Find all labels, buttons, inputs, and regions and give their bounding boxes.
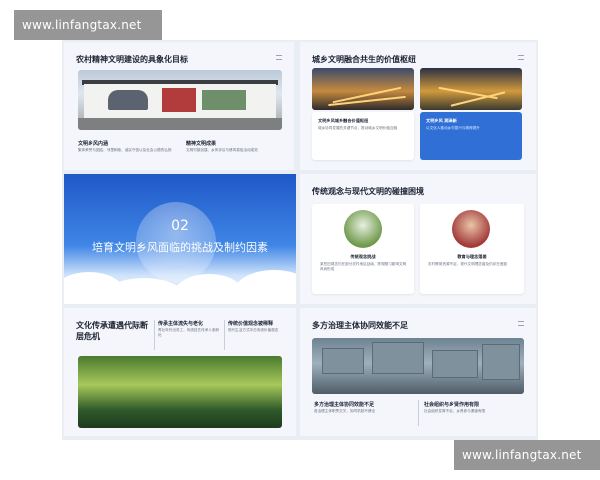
card-title: 文明乡风城乡融合价值枢纽 xyxy=(318,118,369,123)
section-title: 传统价值观念被稀释 xyxy=(228,321,274,327)
section-title: 多方治理主体协同效能不足 xyxy=(314,402,375,408)
card-text: 以文化人推动乡村振兴与精神提升 xyxy=(426,126,480,130)
info-card: 教育与理念落差 农村教育资源不足，现代文明理念普及仍存在差距 xyxy=(420,204,524,294)
section-text: 现代生活方式冲击传统价值观念 xyxy=(228,328,279,332)
card-text: 某些旧观念仍在部分农村地区延续，陈规陋习影响文明风尚形成 xyxy=(320,262,407,271)
panel-tradition-clash: 传统观念与现代文明的碰撞困境 传统观念挑战 某些旧观念仍在部分农村地区延续，陈规… xyxy=(300,174,536,304)
section-title: 社会组织与乡贤作用有限 xyxy=(424,402,480,408)
interchange-image xyxy=(420,68,522,110)
section-title: 精神文明成果 xyxy=(186,141,217,147)
panel-title: 文化传承遭遇代际断层危机 xyxy=(76,321,148,341)
forest-village-image xyxy=(78,356,282,428)
panel-title: 农村精神文明建设的具象化目标 xyxy=(76,55,188,64)
card-text: 城乡协同发展的关键节点，推动城乡文明价值互融 xyxy=(318,126,398,130)
panel-cultural-heritage: 文化传承遭遇代际断层危机 传承主体流失与老化 青壮年外出务工，传统技艺传承人老龄… xyxy=(64,308,296,436)
watermark-top: www.linfangtax.net xyxy=(14,10,162,40)
card-title: 教育与理念落差 xyxy=(457,254,487,259)
family-image xyxy=(452,210,490,248)
panel-title: 传统观念与现代文明的碰撞困境 xyxy=(312,187,424,196)
info-card: 传统观念挑战 某些旧观念仍在部分农村地区延续，陈规陋习影响文明风尚形成 xyxy=(312,204,414,294)
card-title: 传统观念挑战 xyxy=(350,254,376,259)
section-text: 各治理主体职责交叉，协同机制不健全 xyxy=(314,409,376,413)
village-mural-image xyxy=(78,70,282,130)
panel-section-divider: 02 培育文明乡风面临的挑战及制约因素 xyxy=(64,174,296,304)
panel-spiritual-goals: 农村精神文明建设的具象化目标 文明乡风内涵 集体荣誉与团结、邻里和睦、诚实守信以… xyxy=(64,42,294,170)
info-card-highlight: 文明乡风 润泽新 以文化人推动乡村振兴与精神提升 xyxy=(420,112,522,160)
section-text: 集体荣誉与团结、邻里和睦、诚实守信以及社会公德的弘扬 xyxy=(78,148,172,152)
field-image xyxy=(344,210,382,248)
panel-governance: 多方治理主体协同效能不足 多方治理主体协同效能不足 各治理主体职责交叉，协同机制… xyxy=(300,308,536,436)
section-number: 02 xyxy=(171,218,189,234)
section-title: 文明乡风内涵 xyxy=(78,141,109,147)
card-title: 文明乡风 润泽新 xyxy=(426,118,457,123)
panel-urban-rural-hub: 城乡文明融合共生的价值枢纽 文明乡风城乡融合价值枢纽 城乡协同发展的关键节点，推… xyxy=(300,42,536,170)
info-card: 文明乡风城乡融合价值枢纽 城乡协同发展的关键节点，推动城乡文明价值互融 xyxy=(312,112,414,160)
menu-icon[interactable] xyxy=(518,55,524,60)
section-text: 社会组织发育不足，乡贤参与渠道有限 xyxy=(424,409,486,413)
watermark-bottom: www.linfangtax.net xyxy=(454,440,600,470)
menu-icon[interactable] xyxy=(518,321,524,326)
section-text: 青壮年外出务工，传统技艺传承人老龄化 xyxy=(158,328,220,337)
section-title: 传承主体流失与老化 xyxy=(158,321,204,327)
panel-title: 城乡文明融合共生的价值枢纽 xyxy=(312,55,416,64)
stone-blocks-image xyxy=(312,338,524,394)
section-text: 文明村镇创建、乡风评议与移风易俗活动成效 xyxy=(186,148,258,152)
highway-image xyxy=(312,68,414,110)
card-text: 农村教育资源不足，现代文明理念普及仍存在差距 xyxy=(428,262,508,266)
section-title: 培育文明乡风面临的挑战及制约因素 xyxy=(92,241,268,254)
menu-icon[interactable] xyxy=(276,55,282,60)
panel-title: 多方治理主体协同效能不足 xyxy=(312,321,408,330)
